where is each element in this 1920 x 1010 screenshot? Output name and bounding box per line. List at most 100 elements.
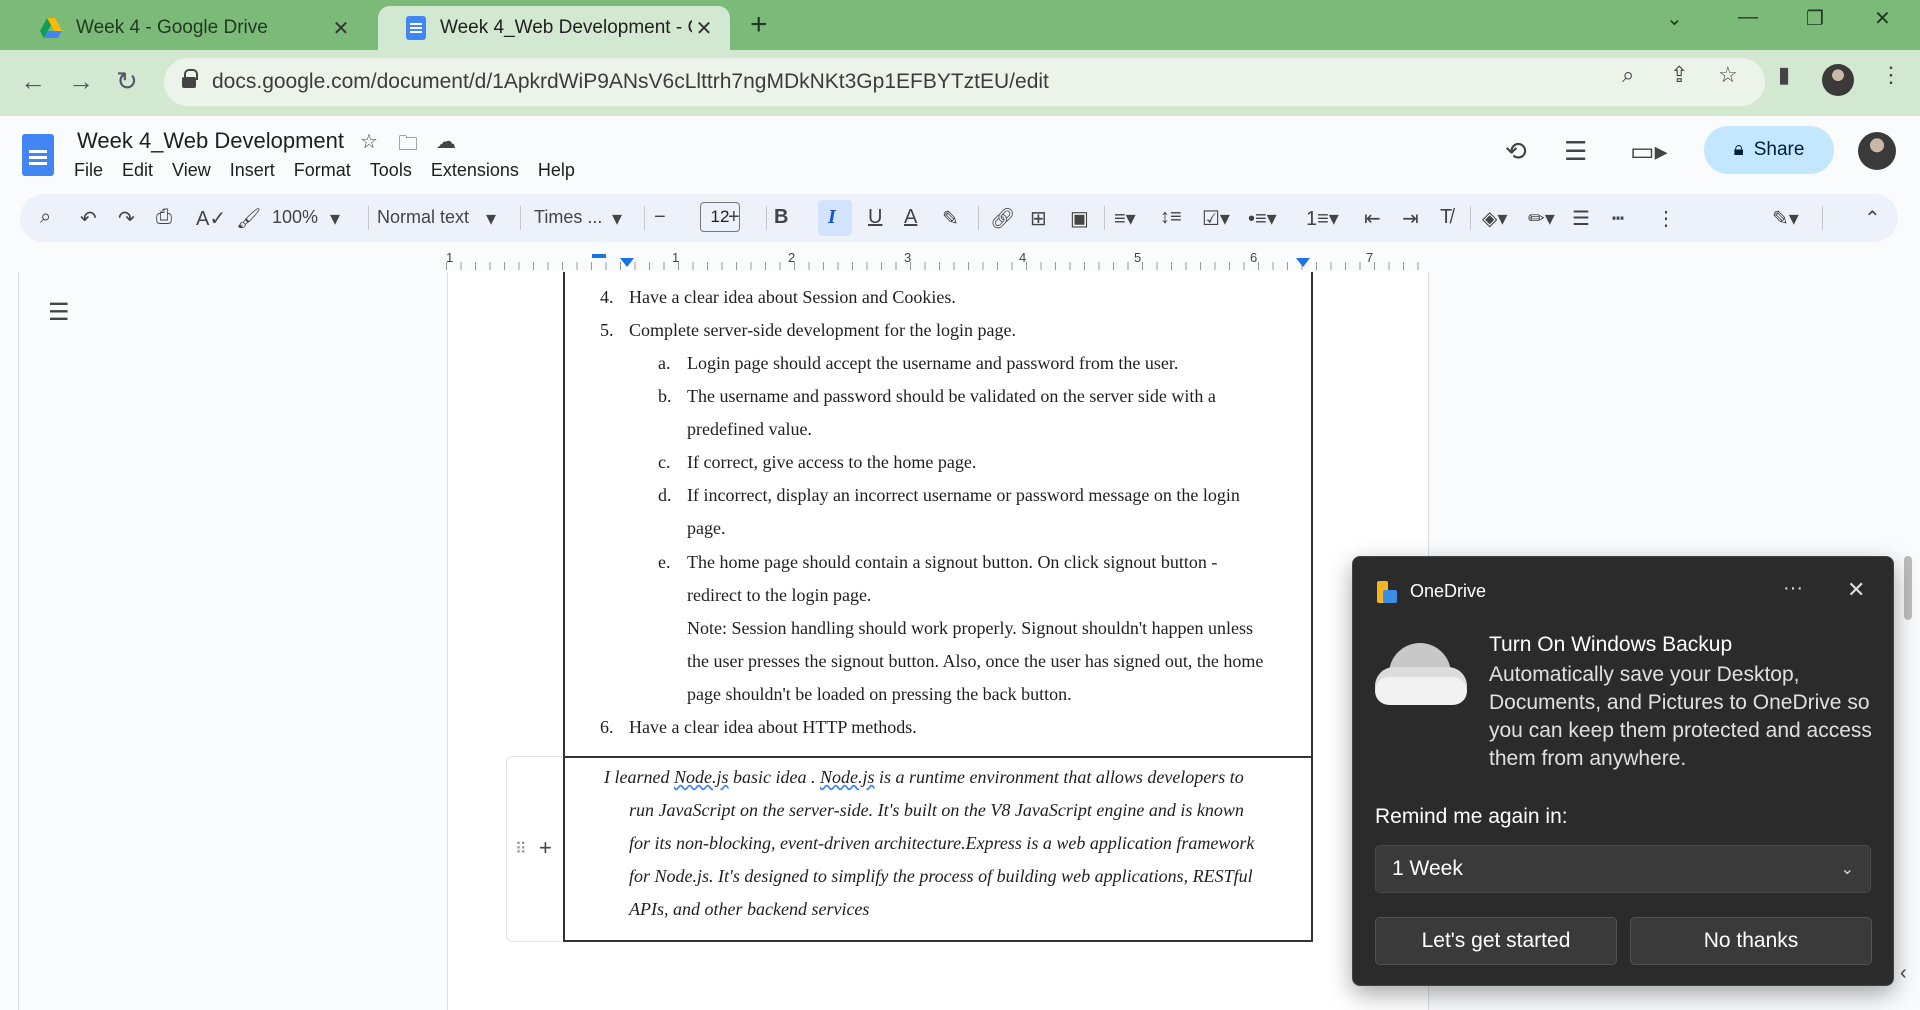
comments-icon[interactable]: ☰ <box>1564 136 1587 167</box>
side-panel-icon[interactable]: ▮ <box>1778 62 1790 88</box>
horizontal-ruler[interactable]: 1 1 2 3 4 5 6 7 <box>446 250 1428 270</box>
reload-icon[interactable]: ↻ <box>116 66 138 97</box>
insert-image-icon[interactable]: ▣ <box>1070 206 1089 231</box>
underline-icon[interactable]: U <box>868 206 882 229</box>
get-started-button[interactable]: Let's get started <box>1375 917 1617 965</box>
menu-extensions[interactable]: Extensions <box>431 160 519 181</box>
share-button[interactable]: 🔒︎ Share <box>1704 126 1834 174</box>
list-item-continuation[interactable]: predefined value. <box>687 419 812 440</box>
restore-icon[interactable]: ❐ <box>1806 6 1824 31</box>
more-options-icon[interactable]: ⋮ <box>1656 206 1676 231</box>
left-indent-marker[interactable] <box>620 258 634 267</box>
list-item[interactable]: If correct, give access to the home page… <box>687 452 976 473</box>
border-dash-icon[interactable]: ┅ <box>1612 206 1624 231</box>
increase-indent-icon[interactable]: ⇥ <box>1402 206 1419 231</box>
bookmark-star-icon[interactable]: ☆ <box>1718 62 1738 88</box>
list-item[interactable]: Have a clear idea about HTTP methods. <box>629 717 917 738</box>
chevron-down-icon[interactable]: ▾ <box>486 206 496 231</box>
document-title[interactable]: Week 4_Web Development <box>77 128 344 154</box>
menu-edit[interactable]: Edit <box>122 160 153 181</box>
list-item[interactable]: The username and password should be vali… <box>687 386 1216 407</box>
paint-format-icon[interactable]: 🖌︎ <box>236 206 261 231</box>
account-avatar[interactable] <box>1858 132 1896 170</box>
cloud-status-icon[interactable]: ☁ <box>436 129 456 154</box>
text-color-icon[interactable]: A <box>904 206 917 229</box>
remind-dropdown[interactable]: 1 Week ⌄ <box>1375 845 1871 893</box>
chevron-down-icon[interactable]: ▾ <box>330 206 340 231</box>
answer-line[interactable]: for its non-blocking, event-driven archi… <box>629 833 1254 854</box>
no-thanks-button[interactable]: No thanks <box>1630 917 1872 965</box>
border-width-icon[interactable]: ☰ <box>1572 206 1590 231</box>
docs-home-icon[interactable] <box>22 134 54 176</box>
share-page-icon[interactable]: ⇪ <box>1670 62 1688 88</box>
list-item[interactable]: Have a clear idea about Session and Cook… <box>629 287 956 308</box>
close-icon[interactable]: ✕ <box>1847 577 1865 603</box>
menu-help[interactable]: Help <box>538 160 575 181</box>
meet-camera-icon[interactable]: ▭▸ <box>1630 136 1668 167</box>
clear-formatting-icon[interactable]: T̸ <box>1440 206 1452 229</box>
tab-close-icon[interactable]: ✕ <box>329 16 353 41</box>
menu-file[interactable]: File <box>74 160 103 181</box>
add-row-icon[interactable]: + <box>539 835 552 861</box>
menu-insert[interactable]: Insert <box>230 160 275 181</box>
highlight-color-icon[interactable]: ✎ <box>942 206 959 231</box>
redo-icon[interactable]: ↷ <box>118 206 135 231</box>
tab-search-chevron-icon[interactable]: ⌄ <box>1666 6 1683 31</box>
tab-week4-doc[interactable]: Week 4_Web Development - Go ✕ <box>378 6 730 50</box>
forward-arrow-icon[interactable]: → <box>68 66 94 97</box>
url-text[interactable]: docs.google.com/document/d/1ApkrdWiP9ANs… <box>212 70 1049 94</box>
paragraph-style-select[interactable]: Normal text <box>377 207 469 228</box>
new-tab-icon[interactable]: + <box>750 8 768 42</box>
drag-handle-icon[interactable]: ⠿ <box>515 839 527 859</box>
list-item[interactable]: If incorrect, display an incorrect usern… <box>687 485 1240 506</box>
answer-line[interactable]: I learned Node.js basic idea . Node.js i… <box>604 767 1244 788</box>
chevron-down-icon[interactable]: ▾ <box>612 206 622 231</box>
italic-icon[interactable]: I <box>828 206 836 229</box>
tab-google-drive[interactable]: Week 4 - Google Drive ✕ <box>12 6 367 50</box>
hide-menus-chevron-icon[interactable]: ⌃ <box>1864 206 1881 231</box>
list-item-continuation[interactable]: redirect to the login page. <box>687 585 871 606</box>
numbered-list-icon[interactable]: 1≡▾ <box>1306 206 1339 231</box>
side-panel-expand-icon[interactable]: ‹ <box>1900 962 1907 985</box>
editing-mode-icon[interactable]: ✎▾ <box>1772 206 1799 231</box>
note-text[interactable]: Note: Session handling should work prope… <box>687 618 1253 639</box>
bulleted-list-icon[interactable]: •≡▾ <box>1248 206 1277 231</box>
zoom-select[interactable]: 100% <box>272 207 318 228</box>
answer-line[interactable]: for Node.js. It's designed to simplify t… <box>629 866 1253 887</box>
lock-icon[interactable] <box>182 69 198 89</box>
move-folder-icon[interactable]: 🗀 <box>398 129 418 163</box>
document-outline-icon[interactable]: ☰ <box>48 298 70 327</box>
minimize-icon[interactable]: — <box>1738 6 1758 29</box>
bold-icon[interactable]: B <box>774 206 788 229</box>
tab-close-icon[interactable]: ✕ <box>692 16 716 41</box>
print-icon[interactable]: ⎙ <box>156 206 172 229</box>
right-indent-marker[interactable] <box>1296 258 1310 267</box>
list-item[interactable]: The home page should contain a signout b… <box>687 552 1217 573</box>
decrease-indent-icon[interactable]: ⇤ <box>1364 206 1381 231</box>
increase-font-size-icon[interactable]: + <box>728 206 740 229</box>
undo-icon[interactable]: ↶ <box>80 206 97 231</box>
menu-format[interactable]: Format <box>294 160 351 181</box>
list-item[interactable]: Login page should accept the username an… <box>687 353 1178 374</box>
cell-background-color-icon[interactable]: ◈▾ <box>1482 206 1507 231</box>
profile-avatar[interactable] <box>1822 64 1854 96</box>
insert-link-icon[interactable]: 🔗︎ <box>990 206 1015 231</box>
line-spacing-icon[interactable]: ↕≡ <box>1160 206 1182 229</box>
back-arrow-icon[interactable]: ← <box>20 66 46 97</box>
url-bar[interactable]: docs.google.com/document/d/1ApkrdWiP9ANs… <box>164 58 1765 106</box>
answer-line[interactable]: APIs, and other backend services <box>629 899 869 920</box>
answer-line[interactable]: run JavaScript on the server-side. It's … <box>629 800 1244 821</box>
border-color-icon[interactable]: ✏▾ <box>1528 206 1555 231</box>
font-family-select[interactable]: Times ... <box>534 207 602 228</box>
list-item[interactable]: Complete server-side development for the… <box>629 320 1016 341</box>
window-close-icon[interactable]: ✕ <box>1874 6 1891 31</box>
menu-tools[interactable]: Tools <box>370 160 412 181</box>
first-line-indent-marker[interactable] <box>592 254 606 258</box>
checklist-icon[interactable]: ☑▾ <box>1202 206 1230 231</box>
browser-menu-icon[interactable]: ⋮ <box>1880 62 1902 88</box>
decrease-font-size-icon[interactable]: − <box>654 206 666 229</box>
align-icon[interactable]: ≡▾ <box>1114 206 1136 231</box>
list-item-continuation[interactable]: page. <box>687 518 725 539</box>
note-text[interactable]: page shouldn't be loaded on pressing the… <box>687 684 1072 705</box>
star-icon[interactable]: ☆ <box>360 129 378 154</box>
